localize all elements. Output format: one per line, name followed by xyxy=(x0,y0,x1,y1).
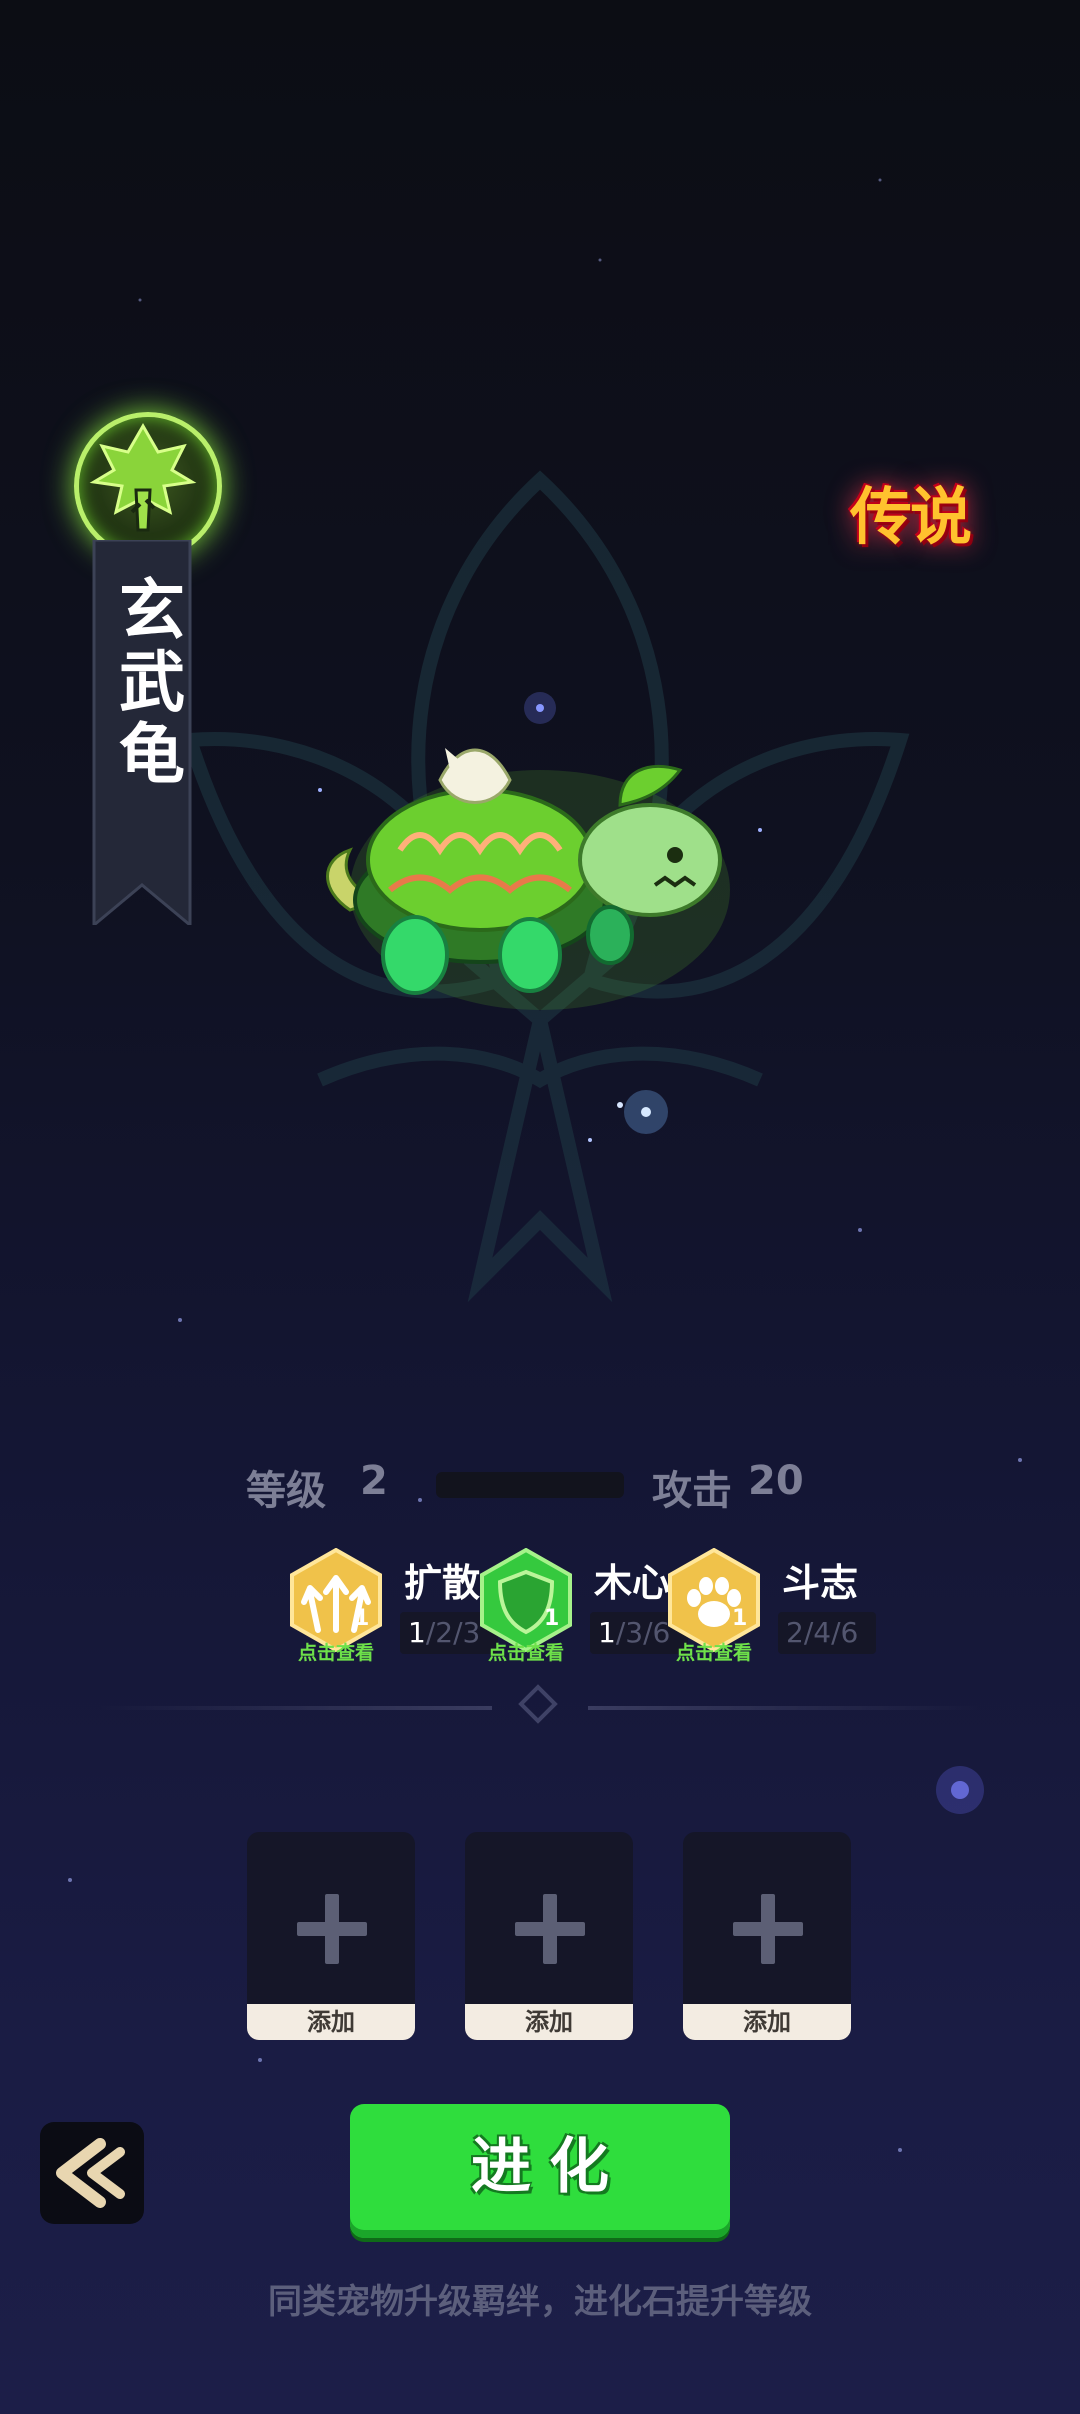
level-label: 等级 xyxy=(246,1468,326,1514)
skill-count: 1 xyxy=(354,1606,370,1631)
pet-name: 玄武龟 xyxy=(108,575,185,791)
skill-count: 1 xyxy=(544,1606,560,1631)
skill-view-hint[interactable]: 点击查看 xyxy=(282,1638,390,1665)
add-slot-3[interactable]: 添加 xyxy=(683,1832,851,2040)
divider-line xyxy=(588,1706,980,1710)
skill-count: 1 xyxy=(732,1606,748,1631)
skill-tier-current: 1 xyxy=(408,1616,426,1649)
skill-tier-current: 1 xyxy=(598,1616,616,1649)
wood-element-badge xyxy=(74,412,222,560)
attack-label: 攻击 xyxy=(652,1468,732,1514)
add-slot-label: 添加 xyxy=(465,2004,633,2040)
plus-icon xyxy=(761,1894,775,1964)
skill-name: 斗志 xyxy=(782,1561,859,1605)
plus-icon xyxy=(543,1894,557,1964)
experience-bar xyxy=(436,1472,624,1498)
skill-name: 木心 xyxy=(594,1561,671,1605)
divider-diamond-icon xyxy=(518,1684,558,1724)
skill-tier-rest: 2/4/6 xyxy=(786,1616,859,1649)
add-slot-label: 添加 xyxy=(247,2004,415,2040)
attack-value: 20 xyxy=(748,1458,804,1504)
arrows-spread-icon[interactable] xyxy=(288,1548,384,1652)
paw-icon[interactable] xyxy=(666,1548,762,1652)
skill-name: 扩散 xyxy=(404,1561,481,1605)
skill-tiers: 2/4/6 xyxy=(778,1612,876,1654)
plus-icon xyxy=(325,1894,339,1964)
divider-line xyxy=(100,1706,492,1710)
add-slot-2[interactable]: 添加 xyxy=(465,1832,633,2040)
wood-element-icon xyxy=(89,422,197,532)
back-button[interactable] xyxy=(40,2122,144,2224)
add-slot-label: 添加 xyxy=(683,2004,851,2040)
turtle-pet-image xyxy=(326,748,730,1010)
rarity-badge: 传说 xyxy=(850,480,972,553)
level-value: 2 xyxy=(360,1458,388,1504)
footer-hint: 同类宠物升级羁绊，进化石提升等级 xyxy=(268,2282,812,2322)
add-slot-1[interactable]: 添加 xyxy=(247,1832,415,2040)
evolve-button-label: 进化 xyxy=(471,2132,627,2202)
evolve-button[interactable]: 进化 xyxy=(350,2104,730,2238)
skill-fighting-spirit[interactable]: 1 点击查看 斗志 2/4/6 xyxy=(666,1548,926,1668)
skill-view-hint[interactable]: 点击查看 xyxy=(472,1638,580,1665)
shield-icon[interactable] xyxy=(478,1548,574,1652)
skill-view-hint[interactable]: 点击查看 xyxy=(660,1638,768,1665)
back-arrow-icon xyxy=(56,2138,125,2208)
